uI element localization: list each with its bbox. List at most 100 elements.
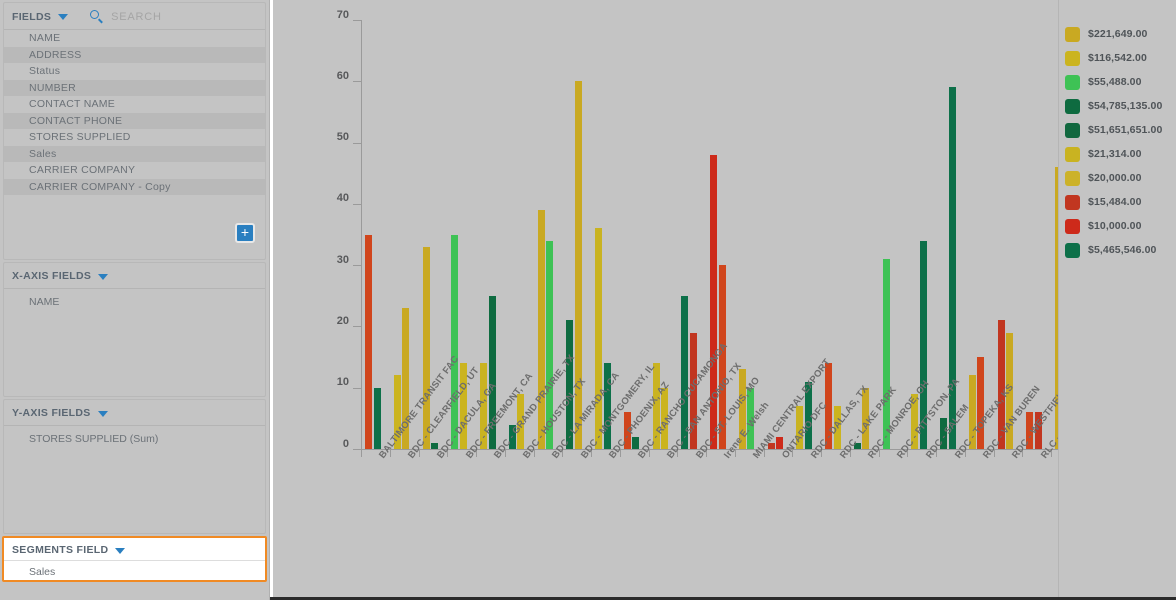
- legend: $221,649.00 $116,542.00 $55,488.00 $54,785,…: [1058, 0, 1176, 600]
- legend-color-swatch: [1065, 194, 1080, 210]
- y-axis-panel-header: Y-AXIS FIELDS: [4, 400, 265, 426]
- left-sidebar: FIELDS NAME ADDRESS Status NUMBER CONTAC…: [0, 0, 270, 600]
- x-axis-fields-panel: X-AXIS FIELDS NAME: [3, 262, 266, 397]
- bar[interactable]: [365, 234, 372, 449]
- bar[interactable]: [451, 234, 459, 449]
- legend-label: $221,649.00: [1088, 28, 1148, 40]
- bar[interactable]: [373, 387, 381, 449]
- chevron-down-icon[interactable]: [97, 410, 108, 417]
- y-axis-tick: [353, 142, 361, 144]
- field-item-name[interactable]: NAME: [4, 30, 265, 47]
- plus-icon: +: [240, 224, 250, 240]
- field-item-status[interactable]: Status: [4, 63, 265, 80]
- legend-color-swatch: [1065, 26, 1080, 42]
- y-axis-panel-title: Y-AXIS FIELDS: [12, 407, 91, 419]
- y-axis-field-stores-supplied[interactable]: STORES SUPPLIED (Sum): [4, 431, 265, 448]
- legend-item[interactable]: $54,785,135.00: [1059, 94, 1176, 118]
- legend-item[interactable]: $21,314.00: [1059, 142, 1176, 166]
- add-field-button[interactable]: +: [235, 223, 255, 243]
- legend-label: $15,484.00: [1088, 196, 1142, 208]
- legend-item[interactable]: $221,649.00: [1059, 22, 1176, 46]
- legend-item[interactable]: $15,484.00: [1059, 190, 1176, 214]
- legend-label: $51,651,651.00: [1088, 124, 1163, 136]
- fields-list: NAME ADDRESS Status NUMBER CONTACT NAME …: [4, 30, 265, 195]
- chevron-down-icon[interactable]: [115, 547, 126, 554]
- legend-item[interactable]: $51,651,651.00: [1059, 118, 1176, 142]
- field-item-contact-phone[interactable]: CONTACT PHONE: [4, 112, 265, 129]
- segments-panel-title: SEGMENTS FIELD: [12, 544, 109, 556]
- y-axis-tick: [353, 203, 361, 205]
- field-item-sales[interactable]: Sales: [4, 145, 265, 162]
- y-axis-tick: [353, 81, 361, 83]
- y-axis-tick-label: 60: [336, 69, 349, 82]
- y-axis-fields-panel: Y-AXIS FIELDS STORES SUPPLIED (Sum): [3, 399, 266, 534]
- search-icon: [90, 10, 104, 24]
- legend-label: $5,465,546.00: [1088, 244, 1157, 256]
- x-axis-drop-zone[interactable]: NAME: [4, 289, 265, 311]
- x-axis-panel-title: X-AXIS FIELDS: [12, 270, 92, 282]
- legend-label: $54,785,135.00: [1088, 100, 1163, 112]
- fields-add-area: +: [4, 217, 265, 259]
- y-axis-tick: [353, 326, 361, 328]
- segments-field-panel: SEGMENTS FIELD Sales: [2, 536, 267, 582]
- y-axis-tick-label: 50: [336, 131, 349, 144]
- field-item-carrier-company[interactable]: CARRIER COMPANY: [4, 162, 265, 179]
- y-axis-tick: [353, 20, 361, 21]
- legend-color-swatch: [1065, 170, 1080, 186]
- field-item-number[interactable]: NUMBER: [4, 79, 265, 96]
- bar[interactable]: [422, 246, 430, 449]
- field-item-address[interactable]: ADDRESS: [4, 46, 265, 63]
- legend-item[interactable]: $116,542.00: [1059, 46, 1176, 70]
- y-axis-tick-label: 70: [336, 8, 349, 21]
- chevron-down-icon[interactable]: [58, 14, 69, 20]
- y-axis-tick: [353, 265, 361, 267]
- bar[interactable]: [882, 259, 890, 449]
- y-axis-tick-label: 30: [336, 253, 349, 266]
- legend-color-swatch: [1065, 242, 1080, 258]
- legend-color-swatch: [1065, 122, 1080, 138]
- fields-panel: FIELDS NAME ADDRESS Status NUMBER CONTAC…: [3, 2, 266, 260]
- chevron-down-icon[interactable]: [98, 273, 109, 280]
- bar[interactable]: [537, 210, 545, 449]
- legend-color-swatch: [1065, 98, 1080, 114]
- x-axis-tick-labels: BALTIMORE TRANSIT FAC BDC - CLEARFIELD, U…: [361, 341, 1176, 600]
- search-input[interactable]: [111, 10, 257, 23]
- fields-panel-header: FIELDS: [4, 3, 265, 30]
- legend-item[interactable]: $5,465,546.00: [1059, 238, 1176, 262]
- field-item-carrier-company-copy[interactable]: CARRIER COMPANY - Copy: [4, 178, 265, 195]
- chart-builder-app: FIELDS NAME ADDRESS Status NUMBER CONTAC…: [0, 0, 1176, 600]
- legend-label: $10,000.00: [1088, 220, 1142, 232]
- field-item-stores-supplied[interactable]: STORES SUPPLIED: [4, 129, 265, 146]
- y-axis-tick-label: 10: [336, 376, 349, 389]
- legend-color-swatch: [1065, 146, 1080, 162]
- segments-drop-zone[interactable]: Sales: [4, 561, 265, 581]
- x-axis-panel-header: X-AXIS FIELDS: [4, 263, 265, 289]
- y-axis-tick: [353, 387, 361, 389]
- bar[interactable]: [595, 228, 603, 449]
- y-axis-drop-zone[interactable]: STORES SUPPLIED (Sum): [4, 426, 265, 448]
- legend-color-swatch: [1065, 218, 1080, 234]
- x-axis-field-name[interactable]: NAME: [4, 294, 265, 311]
- fields-panel-title: FIELDS: [12, 10, 52, 23]
- y-axis-tick-label: 20: [336, 314, 349, 327]
- y-axis-tick-label: 0: [342, 437, 349, 450]
- legend-label: $116,542.00: [1088, 52, 1147, 64]
- legend-item[interactable]: $10,000.00: [1059, 214, 1176, 238]
- y-axis-tick: [353, 449, 361, 450]
- legend-label: $21,314.00: [1088, 148, 1142, 160]
- legend-label: $55,488.00: [1088, 76, 1142, 88]
- chart-canvas: 0 10 20 30 40 50 60 70 BALTIMORE TRANSIT FAC BDC…: [270, 0, 1176, 600]
- y-axis-tick-label: 40: [336, 192, 349, 205]
- field-item-contact-name[interactable]: CONTACT NAME: [4, 96, 265, 113]
- legend-color-swatch: [1065, 50, 1080, 66]
- legend-item[interactable]: $55,488.00: [1059, 70, 1176, 94]
- legend-color-swatch: [1065, 74, 1080, 90]
- legend-label: $20,000.00: [1088, 172, 1142, 184]
- bar[interactable]: [632, 436, 640, 449]
- search-box[interactable]: [82, 10, 257, 24]
- legend-item[interactable]: $20,000.00: [1059, 166, 1176, 190]
- bar[interactable]: [776, 436, 784, 449]
- segments-panel-header: SEGMENTS FIELD: [4, 538, 265, 561]
- bar[interactable]: [431, 442, 438, 449]
- segments-field-sales[interactable]: Sales: [4, 564, 265, 581]
